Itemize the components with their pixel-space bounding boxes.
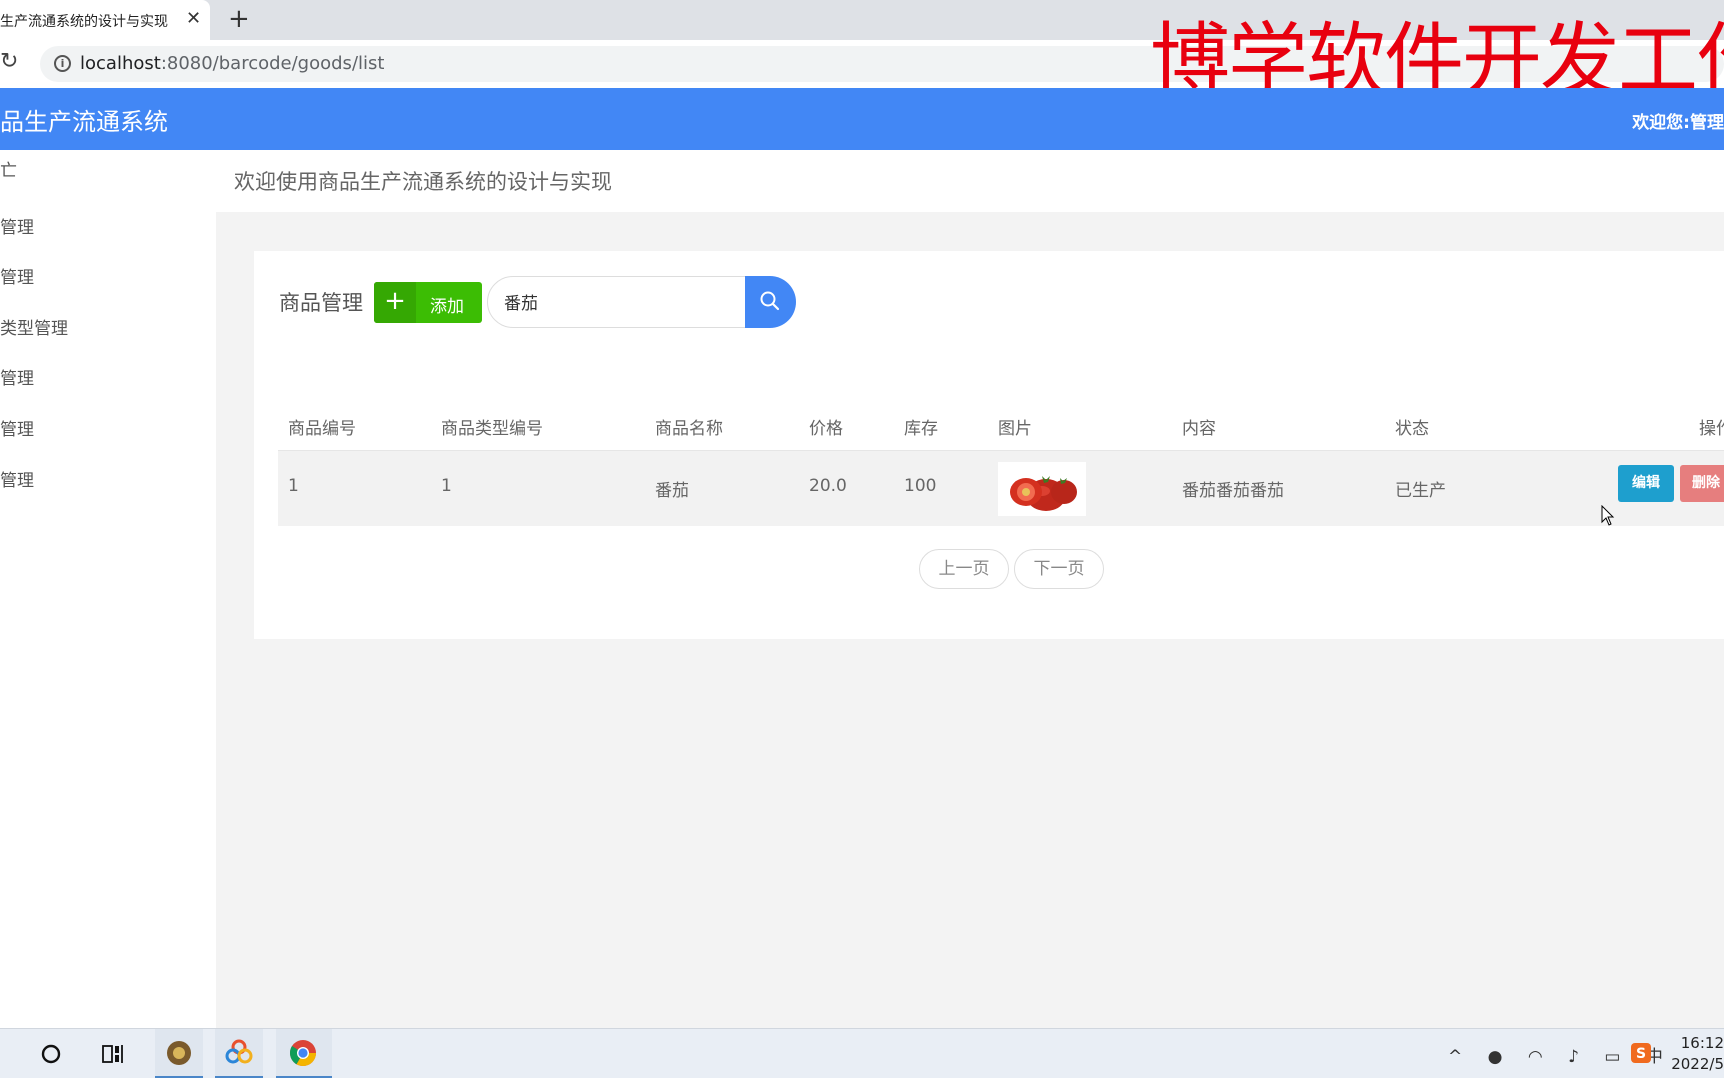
taskbar: ^ ● ◠ ♪ ▭ 中 S 16:12 2022/5 [0,1028,1724,1078]
svg-text:S: S [1636,1046,1646,1062]
app-gear-icon [167,1041,191,1065]
search-button[interactable] [745,276,796,328]
cell-id: 1 [288,476,299,496]
browser-tab[interactable]: 生产流通系统的设计与实现 ✕ [0,0,210,40]
cell-price: 20.0 [809,476,847,496]
chrome-icon [289,1040,317,1067]
cell-content: 番茄番茄番茄 [1182,481,1284,501]
url-path: :8080/barcode/goods/list [160,53,385,74]
url-host: localhost [80,53,161,74]
sidebar-item-1[interactable]: 管理 [0,213,34,238]
sidebar: 亡 管理 管理 类型管理 管理 管理 管理 [0,150,216,1028]
tab-close-icon[interactable]: ✕ [186,8,201,29]
sidebar-item-2[interactable]: 管理 [0,263,34,288]
delete-button[interactable]: 删除 [1680,465,1724,502]
cell-name: 番茄 [655,481,689,501]
next-page-button[interactable]: 下一页 [1014,549,1104,589]
task-view-icon[interactable] [101,1043,125,1065]
column-header: 内容 [1182,419,1216,439]
sidebar-top-mark: 亡 [0,161,17,181]
sidebar-item-4[interactable]: 管理 [0,364,34,389]
search-icon [760,291,780,311]
table-row: 1 1 番茄 20.0 100 番茄番茄番茄 已生产 编辑 删除 [278,451,1724,526]
prev-page-button[interactable]: 上一页 [919,549,1009,589]
taskbar-clock[interactable]: 16:12 2022/5 [1671,1033,1724,1075]
tomato-image [1010,476,1077,511]
taskbar-app-1[interactable] [155,1029,203,1078]
column-header: 库存 [904,419,938,439]
mouse-cursor-icon [1601,505,1615,526]
table-header: 商品编号 商品类型编号 商品名称 价格 库存 图片 内容 状态 操作 [278,401,1724,451]
page-title: 商品管理 [279,291,363,315]
sidebar-item-type[interactable]: 类型管理 [0,314,68,339]
cell-stock: 100 [904,476,937,496]
plus-icon: + [374,282,416,323]
goods-image [998,462,1086,516]
cell-status: 已生产 [1395,481,1446,501]
app-flower-icon [225,1039,253,1064]
app-title: 品生产流通系统 [0,108,168,136]
sidebar-item-5[interactable]: 管理 [0,415,34,440]
search-input[interactable] [504,291,704,311]
cell-type-id: 1 [441,476,452,496]
add-button[interactable]: + 添加 [374,282,482,323]
url-text[interactable]: localhost:8080/barcode/goods/list [80,53,384,74]
column-header: 图片 [998,419,1032,439]
welcome-user[interactable]: 欢迎您:管理 [1632,108,1724,133]
new-tab-icon[interactable]: + [228,4,250,34]
clock-time: 16:12 [1680,1034,1724,1052]
clock-date: 2022/5 [1671,1055,1724,1073]
app-header: 品生产流通系统 欢迎您:管理 [0,88,1724,150]
tab-title: 生产流通系统的设计与实现 [0,14,168,30]
welcome-bar: 欢迎使用商品生产流通系统的设计与实现 [216,150,1724,212]
search-box [487,276,749,328]
reload-icon[interactable]: ↻ [0,49,18,74]
column-header: 价格 [809,419,843,439]
goods-card: 商品管理 + 添加 商品编号 商品类型编号 商品名称 价格 库存 图片 内容 状… [254,251,1724,639]
welcome-message: 欢迎使用商品生产流通系统的设计与实现 [234,170,612,194]
cortana-icon[interactable] [40,1043,62,1065]
sidebar-item-6[interactable]: 管理 [0,466,34,491]
column-header: 状态 [1395,419,1429,439]
column-header: 商品类型编号 [441,419,543,439]
taskbar-chrome[interactable] [276,1029,332,1078]
column-header: 商品编号 [288,419,356,439]
add-button-label: 添加 [430,297,464,317]
sogou-input-icon[interactable]: S [1630,1042,1652,1064]
taskbar-app-2[interactable] [215,1029,263,1078]
column-header: 操作 [1699,419,1724,439]
edit-button[interactable]: 编辑 [1618,465,1674,502]
column-header: 商品名称 [655,419,723,439]
site-info-icon[interactable]: i [54,55,71,72]
